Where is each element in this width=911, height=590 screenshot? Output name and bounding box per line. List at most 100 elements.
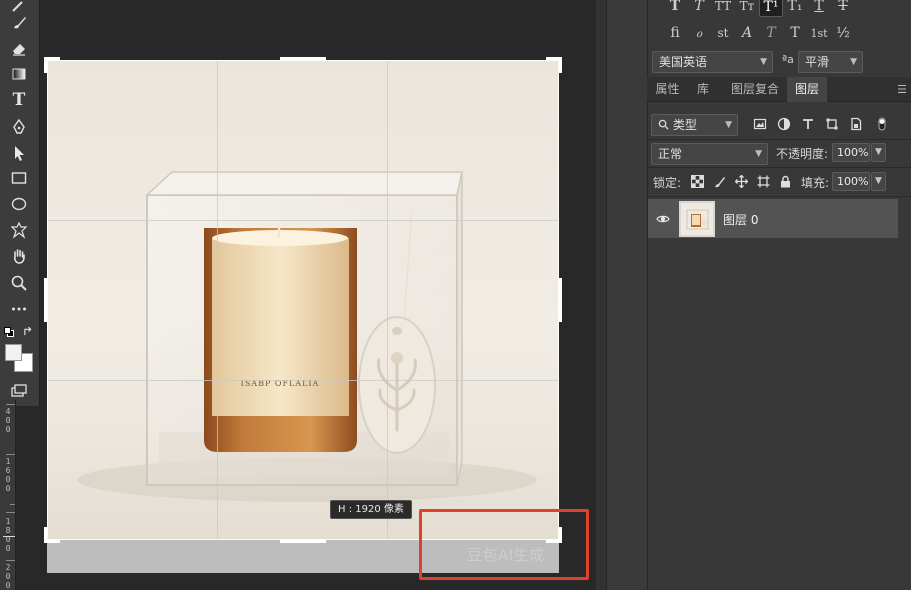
superscript-button[interactable]: T¹ [759,0,783,17]
ruler-number: 0 [5,484,11,493]
eraser-icon[interactable] [7,37,31,59]
ruler-tick [10,504,15,505]
ellipse-icon[interactable] [7,193,31,215]
panel-tabs: 属性 库 图层复合 图层 ☰ [647,77,911,102]
brush-icon[interactable] [7,12,31,34]
crop-handle-bottom[interactable] [280,540,326,543]
strikethrough-button[interactable]: T [831,0,855,17]
language-select[interactable]: 美国英语 ▼ [652,51,773,73]
ruler-tick [6,404,15,405]
language-value: 美国英语 [659,55,708,69]
gradient-icon[interactable] [7,63,31,85]
ruler-number: 0 [5,581,11,590]
standard-ligatures-button[interactable]: ﬁ [663,23,687,44]
blend-mode-select[interactable]: 正常 ▼ [651,143,768,165]
opacity-input[interactable]: 100% [832,143,870,162]
all-caps-button[interactable]: TT [711,0,735,17]
more-tools-icon[interactable] [7,298,31,320]
contextual-alternates-button[interactable]: ℴ [687,23,711,44]
ruler-number: 6 [5,466,11,475]
shape-filter-icon[interactable] [824,116,840,132]
subscript-button[interactable]: T₁ [783,0,807,17]
chevron-down-icon: ▼ [760,57,767,67]
zoom-icon[interactable] [7,272,31,294]
path-selection-icon[interactable] [7,142,31,164]
layer-filter-value: 类型 [672,118,697,132]
lock-pixels-icon[interactable] [711,173,727,189]
crop-handle-top-right[interactable] [559,57,562,73]
eye-icon[interactable] [656,212,670,226]
swash-button[interactable]: A [735,23,759,44]
underline-button[interactable]: T [807,0,831,17]
crop-handle-right[interactable] [559,278,562,322]
fill-dropdown-icon[interactable]: ▼ [871,172,886,191]
ruler-number: 1 [5,457,11,466]
ruler-number: 0 [5,425,11,434]
ruler-number: 8 [5,526,11,535]
layer-thumbnail[interactable] [679,201,715,237]
ruler-number: 4 [5,407,11,416]
lock-label: 锁定: [653,176,682,190]
crop-size-tooltip: H : 1920 像素 [330,500,412,519]
fractions-button[interactable]: ½ [831,23,855,44]
faux-italic-button[interactable]: T [687,0,711,17]
antialias-select[interactable]: 平滑 ▼ [798,51,863,73]
smart-object-filter-icon[interactable] [848,116,864,132]
blend-mode-value: 正常 [658,147,683,161]
chevron-down-icon: ▼ [755,149,762,159]
ruler-number: 0 [5,535,11,544]
ruler-number: 0 [5,544,11,553]
lock-position-icon[interactable] [733,173,749,189]
opentype-row: ﬁ ℴ st A T T 1st ½ [663,23,855,44]
hand-icon[interactable] [7,245,31,267]
character-style-row: T T TT Tт T¹ T₁ T T [663,0,855,17]
crop-handle-left[interactable] [44,278,47,322]
pixel-filter-icon[interactable] [752,116,768,132]
fill-input[interactable]: 100% [832,172,870,191]
panel-gutter [596,0,606,590]
ruler-tick [6,512,15,513]
crop-handle-top[interactable] [280,57,326,60]
swap-colors-icon[interactable] [20,323,36,339]
search-icon [658,119,669,130]
chevron-down-icon: ▼ [725,120,732,130]
panel-menu-icon[interactable]: ☰ [897,83,907,96]
ruler-number: 0 [5,475,11,484]
foreground-color-icon[interactable] [5,344,22,361]
stylistic-alternates-button[interactable]: T [759,23,783,44]
ordinals-button[interactable]: 1st [807,23,831,44]
tab-properties[interactable]: 属性 [647,77,688,102]
crop-grid-line [47,220,559,221]
lock-artboard-icon[interactable] [755,173,771,189]
filter-toggle-icon[interactable] [874,116,890,132]
tab-libraries[interactable]: 库 [688,77,718,102]
type-filter-icon[interactable] [800,116,816,132]
screen-mode-icon[interactable] [7,380,31,402]
opacity-label: 不透明度: [776,147,829,161]
opacity-dropdown-icon[interactable]: ▼ [871,143,886,162]
tab-layer-comps[interactable]: 图层复合 [725,77,785,102]
divider [647,139,911,140]
document-canvas[interactable]: ISABP OFLALIA [47,60,559,540]
divider [647,167,911,168]
custom-shape-icon[interactable] [7,219,31,241]
lock-all-icon[interactable] [777,173,793,189]
crop-handle-bottom-left[interactable] [44,527,47,543]
adjustment-filter-icon[interactable] [776,116,792,132]
layer-row[interactable]: 图层 0 [648,199,898,238]
lock-transparency-icon[interactable] [689,173,705,189]
titling-alternates-button[interactable]: T [783,23,807,44]
discretionary-ligatures-button[interactable]: st [711,23,735,44]
pen-icon[interactable] [7,116,31,138]
rectangle-icon[interactable] [7,167,31,189]
type-tool-icon[interactable]: T [7,89,31,111]
small-caps-button[interactable]: Tт [735,0,759,17]
faux-bold-button[interactable]: T [663,0,687,17]
crop-grid-line [387,60,388,540]
layer-filter-select[interactable]: 类型 ▼ [651,114,738,136]
crop-handle-top-left[interactable] [44,57,47,73]
ruler-tick [6,560,15,561]
ruler-cursor-marker [3,536,15,537]
default-colors-icon[interactable] [4,327,14,337]
tab-layers[interactable]: 图层 [787,77,827,102]
